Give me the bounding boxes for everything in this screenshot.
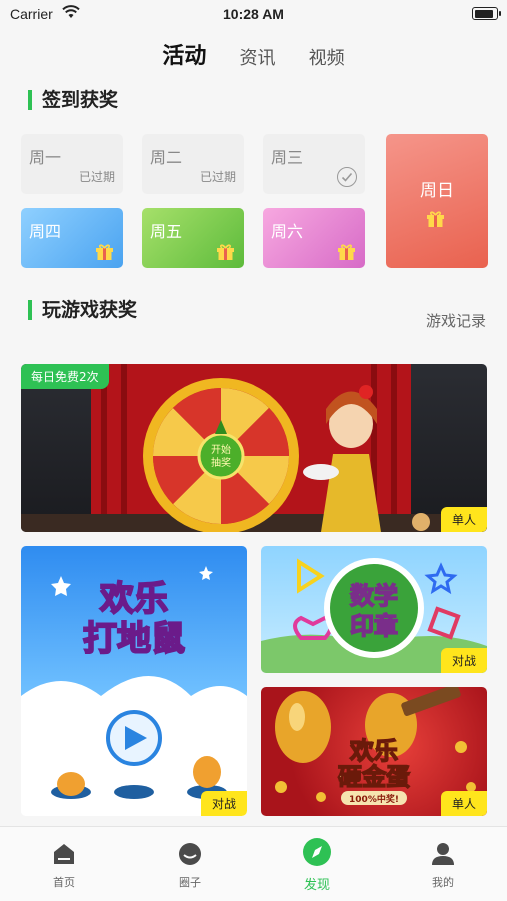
battery-icon [472, 7, 501, 20]
day-card-sat[interactable]: 周六 [263, 208, 365, 268]
lucky-wheel-banner[interactable]: 开始 抽奖 每日免费2次 单人 [21, 364, 487, 532]
svg-text:印章: 印章 [350, 612, 398, 640]
day-name: 周日 [420, 181, 454, 201]
day-card-fri[interactable]: 周五 [142, 208, 244, 268]
gift-icon [338, 244, 355, 260]
nav-mine-label: 我的 [432, 876, 454, 889]
whack-a-mole-art: 欢乐 打地鼠 [21, 566, 247, 816]
nav-home[interactable]: 首页 [24, 841, 104, 890]
games-section-title: 玩游戏获奖 [28, 300, 137, 320]
day-name: 周四 [29, 222, 62, 241]
signin-section-title: 签到获奖 [28, 90, 118, 110]
svg-text:数学: 数学 [350, 582, 398, 610]
svg-text:欢乐: 欢乐 [349, 737, 398, 765]
svg-text:开始: 开始 [211, 443, 231, 456]
nav-discover-label: 发现 [303, 878, 330, 893]
home-icon [54, 844, 74, 864]
game-record-link[interactable]: 游戏记录 [426, 310, 486, 331]
math-stamp-card[interactable]: 数学 印章 对战 [261, 546, 487, 673]
day-card-mon[interactable]: 周一 已过期 [21, 134, 123, 194]
day-name: 周二 [150, 148, 183, 167]
nav-circle-label: 圈子 [179, 876, 201, 889]
tab-news[interactable]: 资讯 [240, 44, 276, 70]
nav-circle[interactable]: 圈子 [150, 841, 230, 890]
nav-discover[interactable]: 发现 [277, 837, 357, 893]
status-bar: Carrier 10:28 AM [0, 0, 507, 28]
compass-icon [303, 838, 331, 866]
day-name: 周一 [29, 148, 62, 167]
person-icon [432, 843, 454, 865]
top-tabs: 活动 资讯 视频 [0, 38, 507, 70]
lucky-wheel-art: 开始 抽奖 [21, 364, 487, 532]
clock: 10:28 AM [223, 6, 284, 22]
gift-icon [96, 244, 113, 260]
mode-tag-single: 单人 [440, 791, 487, 816]
free-times-badge: 每日免费2次 [21, 364, 109, 389]
svg-text:打地鼠: 打地鼠 [83, 619, 185, 659]
mode-tag-battle: 对战 [200, 791, 247, 816]
mode-tag-single: 单人 [440, 507, 487, 532]
golden-egg-card[interactable]: 欢乐 砸金蛋 100%中奖! 单人 [261, 687, 487, 816]
gift-icon [427, 211, 444, 227]
circle-icon [179, 843, 201, 865]
day-card-wed[interactable]: 周三 [263, 134, 365, 194]
tab-activity[interactable]: 活动 [162, 38, 206, 70]
nav-mine[interactable]: 我的 [403, 841, 483, 890]
day-card-thu[interactable]: 周四 [21, 208, 123, 268]
nav-home-label: 首页 [53, 876, 75, 889]
day-status: 已过期 [199, 170, 236, 184]
day-name: 周六 [271, 222, 304, 241]
svg-text:欢乐: 欢乐 [99, 579, 168, 619]
svg-text:砸金蛋: 砸金蛋 [338, 763, 410, 791]
whack-a-mole-card[interactable]: 欢乐 打地鼠 对战 [21, 546, 247, 816]
day-status: 已过期 [78, 170, 115, 184]
tab-video[interactable]: 视频 [309, 44, 345, 70]
egg-win-badge: 100%中奖! [349, 795, 399, 805]
gift-icon [217, 244, 234, 260]
day-name: 周五 [150, 222, 183, 241]
day-card-sun[interactable]: 周日 [386, 134, 488, 268]
day-name: 周三 [271, 148, 304, 167]
check-icon [337, 167, 357, 187]
bottom-nav: 首页 圈子 发现 我的 [0, 826, 507, 901]
day-card-tue[interactable]: 周二 已过期 [142, 134, 244, 194]
svg-text:抽奖: 抽奖 [211, 456, 231, 469]
mode-tag-battle: 对战 [440, 648, 487, 673]
